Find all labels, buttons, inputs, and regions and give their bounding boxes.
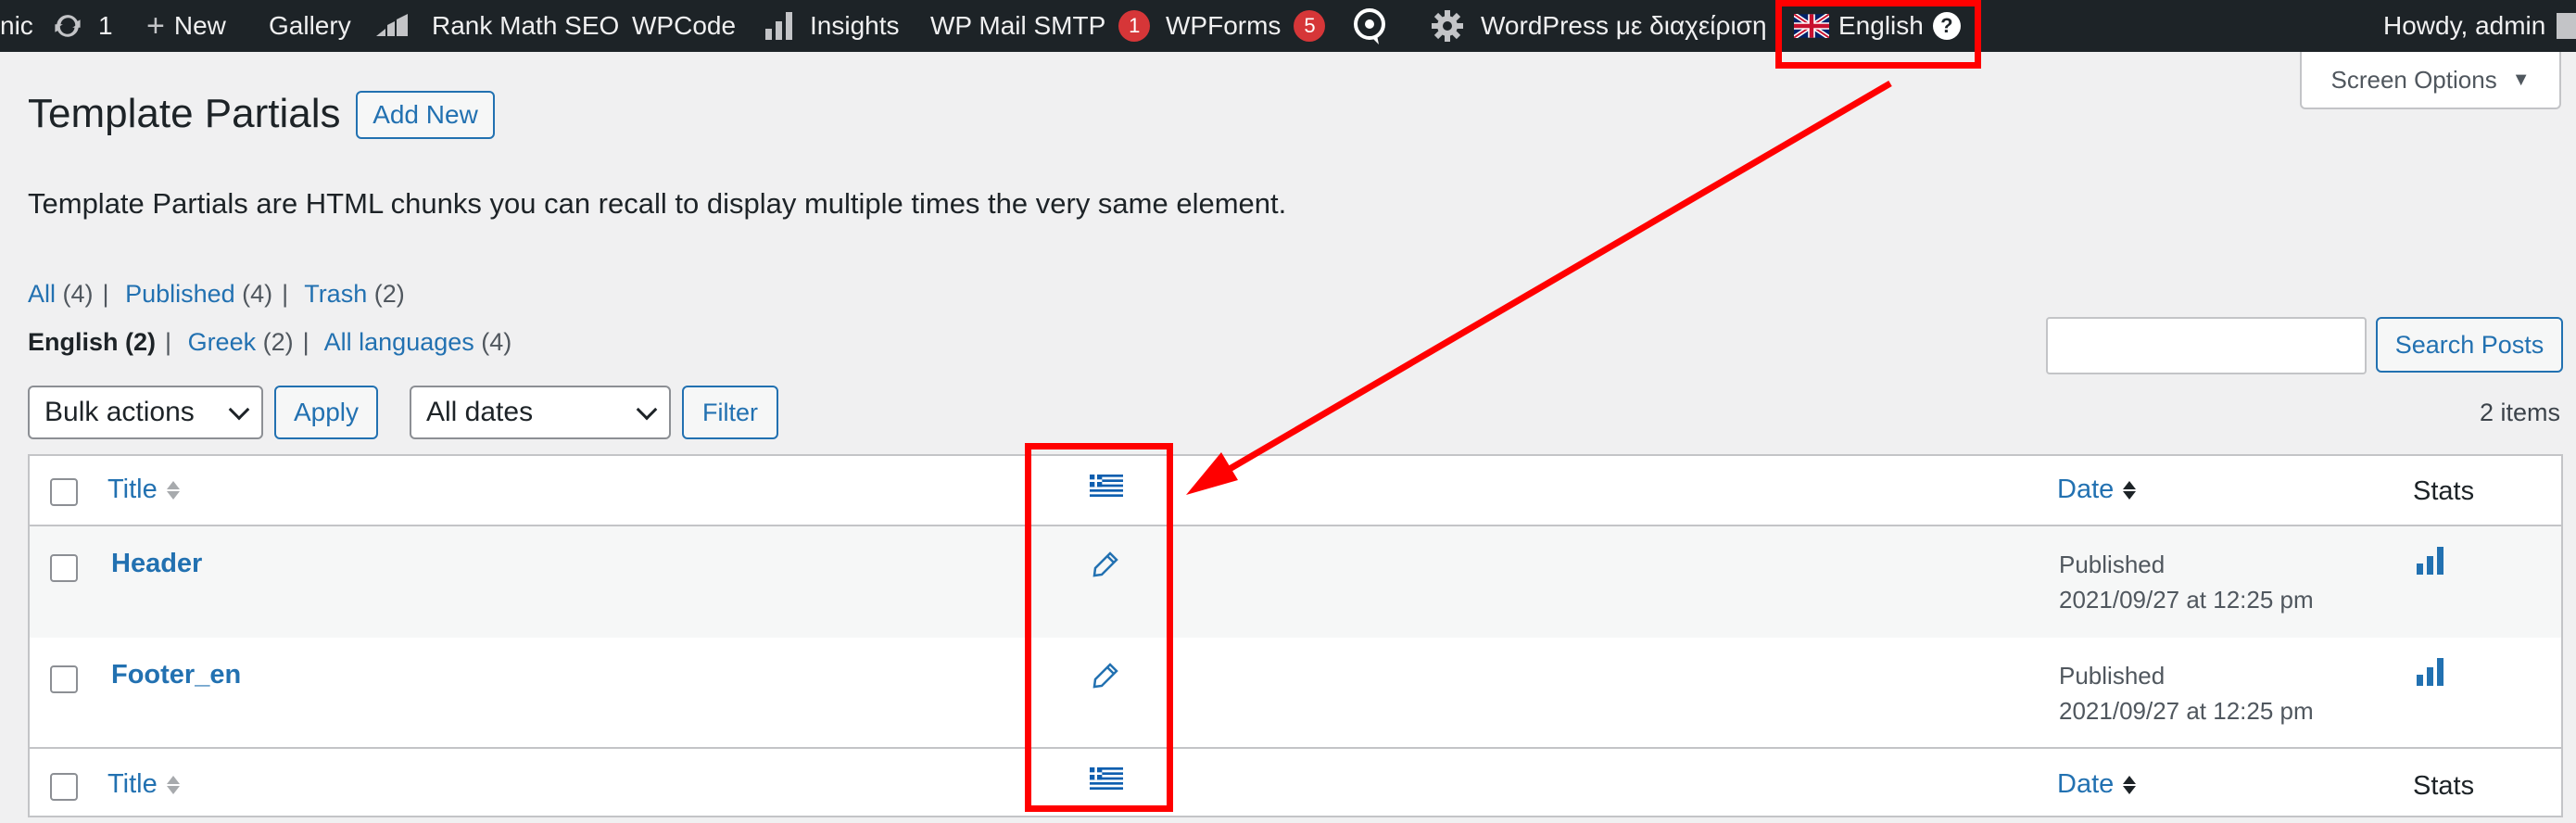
annotation-arrow [1186, 80, 1892, 495]
